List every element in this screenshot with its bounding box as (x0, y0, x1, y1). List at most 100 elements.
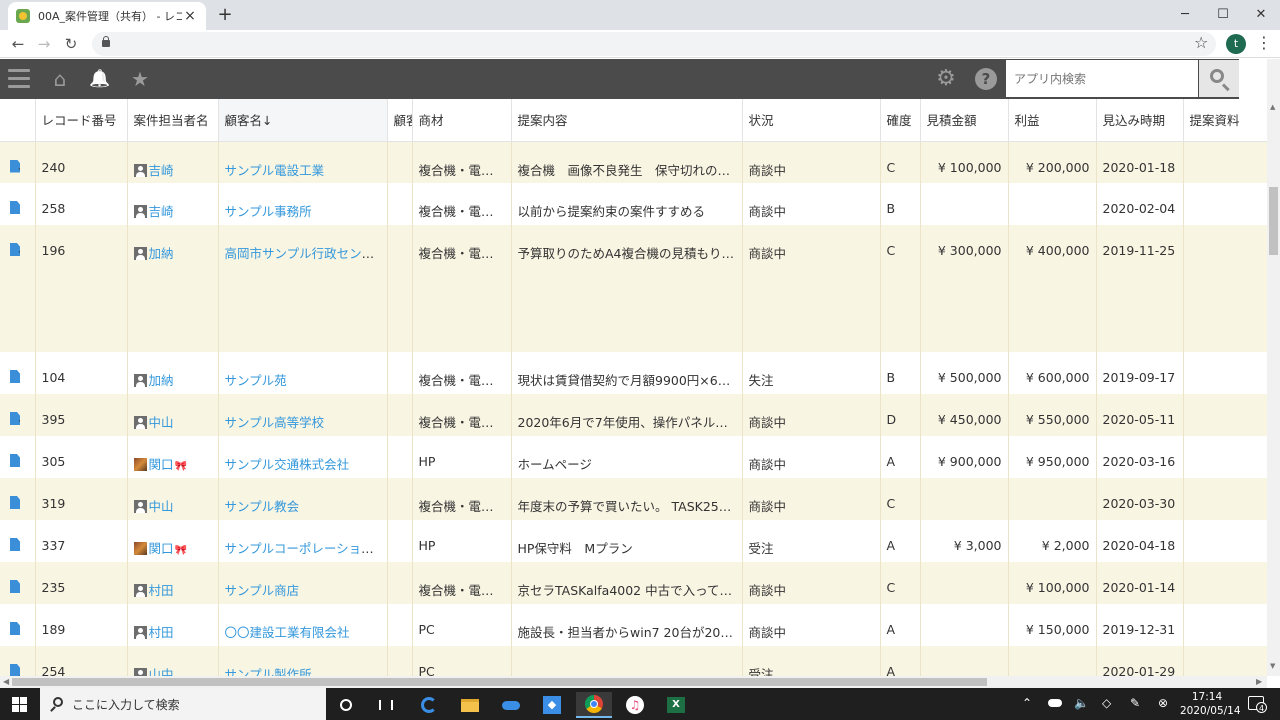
browser-menu-icon[interactable]: ⋮ (1256, 33, 1272, 52)
minimize-button[interactable]: ─ (1166, 0, 1204, 28)
dropbox-icon[interactable]: ◆ (534, 692, 570, 718)
customer-name-link[interactable]: サンプルコーポレーション… (225, 541, 387, 556)
customer-name-link[interactable]: サンプル製作所 (225, 667, 312, 676)
rep-name-link[interactable]: 関口 (149, 457, 174, 472)
record-detail-cell[interactable]: 2 (0, 394, 36, 436)
record-detail-cell[interactable] (0, 183, 36, 225)
scroll-right-icon[interactable]: ▶ (1256, 677, 1262, 686)
record-detail-cell[interactable] (0, 436, 36, 478)
notification-icon[interactable]: 4 (1248, 696, 1267, 713)
table-row[interactable]: 319 中山 サンプル教会 複合機・電話機 年度末の予算で買いたい。 TASK256i…… (0, 478, 1267, 520)
customer-name-link[interactable]: サンプル教会 (225, 499, 300, 514)
rep-name-link[interactable]: 加納 (149, 246, 174, 261)
column-header[interactable]: 提案内容 (511, 99, 743, 142)
record-detail-cell[interactable] (0, 562, 36, 604)
record-detail-cell[interactable]: 2 (0, 225, 36, 352)
tab-close-icon[interactable]: × (182, 8, 198, 24)
rep-name-link[interactable]: 吉崎 (149, 204, 174, 219)
record-document-icon[interactable] (10, 201, 20, 214)
address-bar[interactable] (92, 32, 1216, 56)
table-row[interactable]: 104 加納 サンプル苑 複合機・電話機 現状は賃貸借契約で月額9900円×60… 失注 B… (0, 352, 1267, 394)
table-row[interactable]: 2 196 加納 高岡市サンプル行政センター 複合機・電話機 予算取りのためA4複合機の見… (0, 225, 1267, 352)
rep-name-link[interactable]: 中山 (149, 499, 174, 514)
taskbar-clock[interactable]: 17:14 2020/05/14 (1180, 690, 1241, 718)
table-row[interactable]: 305 関口🎀 サンプル交通株式会社 HP ホームページ 商談中 A ¥ 900,000 ¥ 9… (0, 436, 1267, 478)
new-tab-button[interactable]: + (214, 4, 236, 25)
table-row[interactable]: 235 村田 サンプル商店 複合機・電話機 京セラTASKalfa4002 中古で入って… (0, 562, 1267, 604)
record-document-icon[interactable] (10, 538, 20, 551)
customer-name-link[interactable]: サンプル商店 (225, 583, 300, 598)
maximize-button[interactable]: ☐ (1204, 0, 1242, 28)
rep-name-link[interactable]: 村田 (149, 625, 174, 640)
home-icon[interactable]: ⌂ (48, 67, 72, 91)
itunes-icon[interactable]: ♫ (617, 692, 653, 718)
rep-name-link[interactable]: 関口 (149, 541, 174, 556)
column-header[interactable] (0, 99, 36, 142)
table-row[interactable]: 189 村田 〇〇建設工業有限会社 PC 施設長・担当者からwin7 20台が202… 商… (0, 604, 1267, 646)
record-document-icon[interactable] (10, 496, 20, 509)
cloud-icon[interactable] (1048, 696, 1062, 710)
customer-name-link[interactable]: サンプル事務所 (225, 204, 312, 219)
bookmark-star-icon[interactable]: ☆ (1194, 33, 1208, 52)
rep-name-link[interactable]: 山中 (149, 667, 174, 676)
pen-icon[interactable]: ✎ (1130, 696, 1140, 710)
rep-name-link[interactable]: 中山 (149, 415, 174, 430)
customer-name-link[interactable]: 高岡市サンプル行政センター (225, 246, 387, 261)
rep-name-link[interactable]: 村田 (149, 583, 174, 598)
column-header[interactable]: レコード番号 (35, 99, 128, 142)
browser-tab[interactable]: 00A_案件管理（共有） - レコードの一覧 × (8, 2, 206, 30)
star-icon[interactable]: ★ (128, 67, 152, 91)
profile-avatar[interactable]: t (1226, 34, 1246, 54)
scroll-left-icon[interactable]: ◀ (3, 677, 9, 686)
record-document-icon[interactable] (10, 454, 20, 467)
window-close-button[interactable]: ✕ (1242, 0, 1280, 28)
task-view-icon[interactable] (368, 692, 404, 718)
column-header[interactable]: 顧客名↓ (218, 99, 388, 142)
column-header[interactable]: 見込み時期 (1096, 99, 1184, 142)
record-document-icon[interactable]: 2 (10, 159, 20, 173)
record-detail-cell[interactable]: 4 (0, 646, 36, 676)
rep-name-link[interactable]: 加納 (149, 373, 174, 388)
column-header[interactable]: 状況 (742, 99, 881, 142)
horizontal-scroll-thumb[interactable] (12, 678, 987, 686)
customer-name-link[interactable]: サンプル高等学校 (225, 415, 325, 430)
windows-start-icon[interactable] (12, 697, 27, 712)
edge-icon[interactable] (411, 692, 447, 718)
app-search-input[interactable] (1006, 60, 1198, 97)
reload-button[interactable]: ↻ (59, 33, 83, 55)
column-header[interactable]: 提案資料 (1183, 99, 1267, 142)
vertical-scrollbar[interactable]: ▲ ▼ (1267, 59, 1280, 676)
record-detail-cell[interactable]: 2 (0, 141, 36, 183)
table-row[interactable]: 4 254 山中 サンプル製作所 PC 受注A 2020-01-29 (0, 646, 1267, 676)
scroll-up-icon[interactable]: ▲ (1270, 103, 1275, 111)
excel-icon[interactable]: X (658, 692, 694, 718)
menu-icon[interactable] (8, 69, 30, 89)
column-header[interactable]: 利益 (1008, 99, 1097, 142)
chrome-icon[interactable] (576, 692, 612, 718)
chevron-up-icon[interactable]: ⌃ (1022, 696, 1032, 710)
column-header[interactable]: 顧客 (387, 99, 413, 142)
record-document-icon[interactable]: 2 (10, 243, 20, 256)
table-row[interactable]: 337 関口🎀 サンプルコーポレーション… HP HP保守料 Mプラン 受注 A ¥ 3,00… (0, 520, 1267, 562)
record-document-icon[interactable] (10, 580, 20, 593)
gear-icon[interactable]: ⚙ (934, 67, 958, 91)
record-detail-cell[interactable] (0, 520, 36, 562)
forward-button[interactable]: → (32, 33, 56, 55)
column-header[interactable]: 見積金額 (920, 99, 1009, 142)
record-document-icon[interactable] (10, 622, 20, 635)
onedrive-icon[interactable] (493, 692, 529, 718)
table-row[interactable]: 2 395 中山 サンプル高等学校 複合機・電話機 2020年6月で7年使用、操作パネルの… (0, 394, 1267, 436)
taskbar-search[interactable]: ここに入力して検索 (40, 688, 326, 720)
record-document-icon[interactable] (10, 370, 20, 383)
bell-icon[interactable]: 🔔 (88, 67, 112, 91)
record-document-icon[interactable]: 4 (10, 664, 20, 676)
column-header[interactable]: 案件担当者名 (127, 99, 219, 142)
vertical-scroll-thumb[interactable] (1269, 187, 1278, 255)
help-icon[interactable]: ? (975, 68, 997, 90)
table-row[interactable]: 258 吉崎 サンプル事務所 複合機・電話機 以前から提案約束の案件すすめる 商談中 B 20… (0, 183, 1267, 225)
customer-name-link[interactable]: 〇〇建設工業有限会社 (225, 625, 350, 640)
record-document-icon[interactable]: 2 (10, 412, 20, 425)
customer-name-link[interactable]: サンプル苑 (225, 373, 287, 388)
column-header[interactable]: 確度 (880, 99, 921, 142)
record-detail-cell[interactable] (0, 478, 36, 520)
